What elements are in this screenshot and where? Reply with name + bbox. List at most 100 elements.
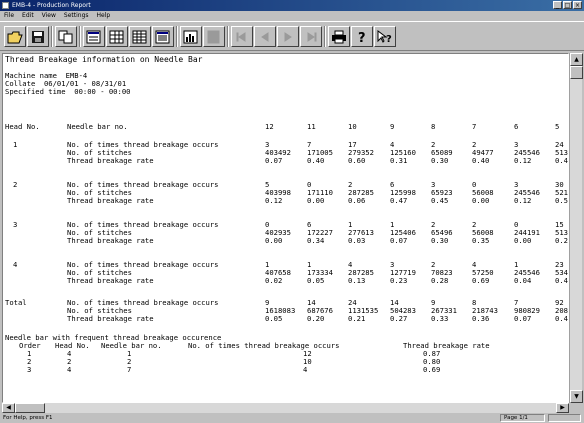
cell-rate: 0.12 [265, 196, 283, 205]
list-view-button[interactable] [152, 26, 174, 47]
page-indicator: Page 1/1 [500, 414, 545, 422]
help-pointer-icon: ? [377, 29, 392, 44]
scroll-left-button[interactable]: ◀ [2, 403, 15, 413]
toolbar-separator [227, 26, 229, 47]
report-title: Thread Breakage information on Needle Ba… [5, 55, 203, 64]
menu-settings[interactable]: Settings [60, 11, 93, 21]
needle-bar-number: 9 [390, 122, 395, 131]
cell-rate: 0.21 [348, 314, 366, 323]
about-button[interactable]: ? [351, 26, 373, 47]
cell-rate: 0.23 [390, 276, 408, 285]
cell-rate: 0.36 [472, 314, 490, 323]
minimize-button[interactable]: _ [553, 1, 562, 9]
menu-help[interactable]: Help [93, 11, 115, 21]
cell-rate: 0.60 [348, 156, 366, 165]
close-button[interactable]: × [573, 1, 582, 9]
row-label-rate: Thread breakage rate [67, 236, 154, 245]
head-label: 2 [13, 180, 18, 189]
grid-view-button[interactable] [129, 26, 151, 47]
toolbar-separator [79, 26, 81, 47]
printer-icon [332, 30, 346, 43]
specified-time: Specified time 00:00 - 00:00 [5, 87, 131, 96]
toolbar-separator [51, 26, 53, 47]
toolbar-separator [324, 26, 326, 47]
freq-header-needle: Needle bar no. [101, 341, 162, 350]
cell-rate: 0.34 [307, 236, 325, 245]
scroll-thumb[interactable] [570, 66, 583, 79]
svg-text:?: ? [386, 34, 392, 44]
app-icon [2, 2, 9, 9]
cell-rate: 0.35 [472, 236, 490, 245]
report-view-button[interactable] [83, 26, 105, 47]
cell-rate: 0.47 [390, 196, 408, 205]
first-page-button[interactable] [231, 26, 253, 47]
status-panel [548, 414, 581, 422]
scroll-up-button[interactable]: ▲ [570, 53, 583, 66]
print-button[interactable] [328, 26, 350, 47]
save-button[interactable] [27, 26, 49, 47]
blank-sheet-button[interactable] [203, 26, 225, 47]
needle-bar-number: 11 [307, 122, 316, 131]
menu-edit[interactable]: Edit [18, 11, 38, 21]
cell-rate: 0.07 [265, 156, 283, 165]
freq-cell: 0.69 [423, 365, 441, 374]
cell-rate: 0.12 [514, 156, 532, 165]
freq-header-times: No. of times thread breakage occurs [188, 341, 340, 350]
horizontal-scroll-thumb[interactable] [15, 403, 45, 413]
previous-page-button[interactable] [254, 26, 276, 47]
needle-bar-number: 5 [555, 122, 560, 131]
bar-chart-icon [183, 30, 198, 43]
cell-rate: 0.43 [555, 276, 568, 285]
freq-cell: 4 [67, 365, 72, 374]
list-icon [155, 30, 170, 43]
cell-rate: 0.30 [431, 156, 449, 165]
next-page-icon [284, 31, 292, 42]
open-folder-icon [7, 31, 23, 43]
report-document: Thread Breakage information on Needle Ba… [2, 53, 569, 403]
menu-view[interactable]: View [38, 11, 60, 21]
freq-cell: 7 [127, 365, 132, 374]
maximize-button[interactable]: □ [563, 1, 572, 9]
cell-rate: 0.04 [514, 276, 532, 285]
help-hint: For Help, press F1 [3, 415, 53, 421]
cell-rate: 0.31 [390, 156, 408, 165]
table-view-button[interactable] [106, 26, 128, 47]
cell-rate: 0.05 [265, 314, 283, 323]
scroll-right-button[interactable]: ▶ [556, 403, 569, 413]
last-page-icon [307, 31, 317, 42]
next-page-button[interactable] [277, 26, 299, 47]
bar-chart-button[interactable] [180, 26, 202, 47]
table-icon [109, 30, 124, 43]
row-label-rate: Thread breakage rate [67, 276, 154, 285]
needle-bar-number: 10 [348, 122, 357, 131]
menu-bar: File Edit View Settings Help [0, 11, 584, 21]
first-page-icon [236, 31, 246, 42]
open-folder-button[interactable] [4, 26, 26, 47]
freq-header-head: Head No. [55, 341, 90, 350]
cell-rate: 0.40 [472, 156, 490, 165]
cell-rate: 0.07 [390, 236, 408, 245]
cell-rate: 0.44 [555, 314, 568, 323]
cell-rate: 0.07 [514, 314, 532, 323]
grid-icon [132, 30, 147, 43]
cell-rate: 0.57 [555, 196, 568, 205]
horizontal-scrollbar[interactable]: ◀ ▶ [2, 403, 569, 413]
row-label-rate: Thread breakage rate [67, 156, 154, 165]
previous-page-icon [261, 31, 269, 42]
cell-rate: 0.02 [265, 276, 283, 285]
menu-file[interactable]: File [0, 11, 18, 21]
last-page-button[interactable] [300, 26, 322, 47]
question-mark-icon: ? [358, 31, 366, 44]
copy-button[interactable] [55, 26, 77, 47]
vertical-scrollbar[interactable]: ▲ ▼ [569, 53, 583, 403]
context-help-button[interactable]: ? [374, 26, 396, 47]
cell-rate: 0.00 [514, 236, 532, 245]
cell-rate: 0.06 [348, 196, 366, 205]
needle-bar-number: 7 [472, 122, 477, 131]
head-no-header: Head No. [5, 122, 40, 131]
scroll-down-button[interactable]: ▼ [570, 390, 583, 403]
freq-cell: 4 [303, 365, 308, 374]
row-label-rate: Thread breakage rate [67, 314, 154, 323]
save-icon [32, 30, 44, 43]
svg-text:?: ? [358, 31, 366, 44]
